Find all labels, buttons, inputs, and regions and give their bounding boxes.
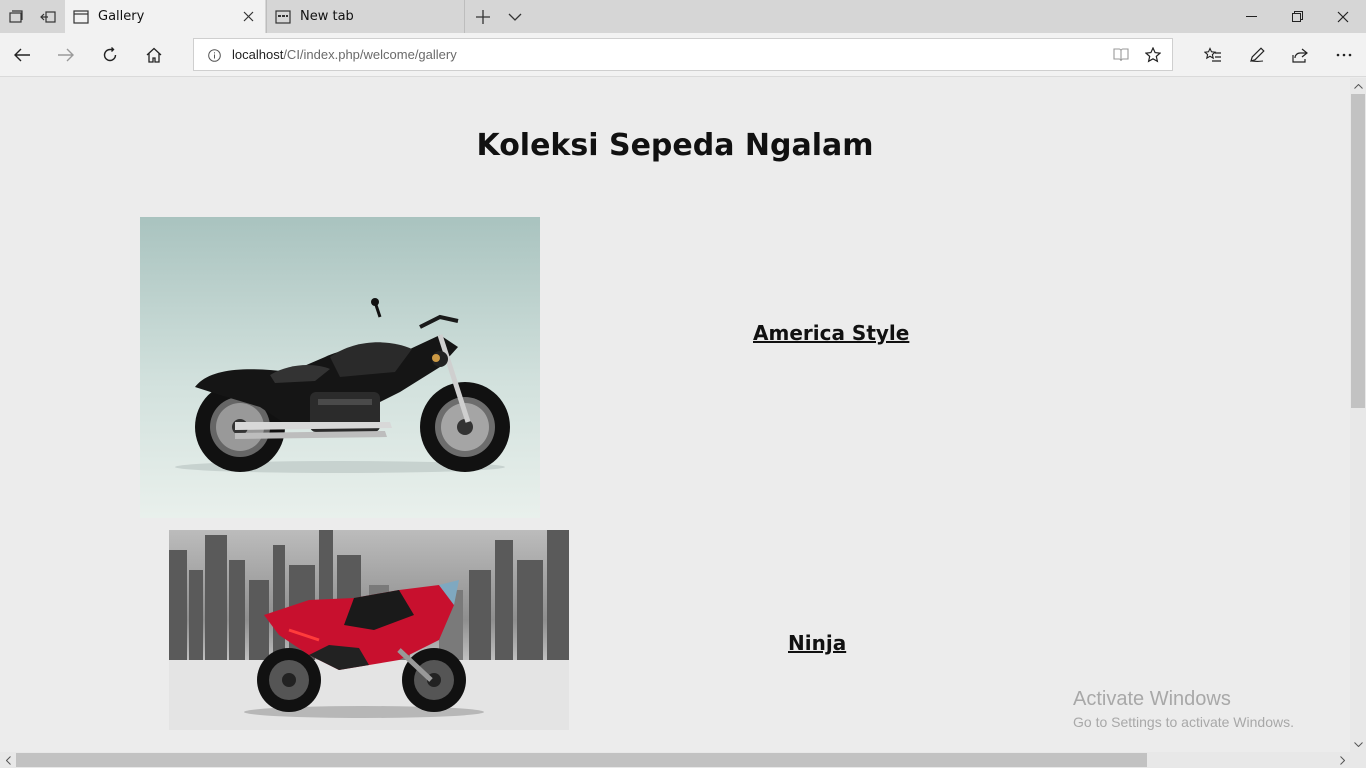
page-icon [73, 9, 89, 25]
vertical-scrollbar[interactable] [1350, 78, 1366, 752]
page-title: Koleksi Sepeda Ngalam [476, 128, 874, 163]
more-options-icon[interactable] [1322, 33, 1366, 77]
horizontal-scroll-thumb[interactable] [16, 753, 1147, 767]
ninja-image[interactable] [169, 530, 569, 730]
scrollbar-corner [1350, 752, 1366, 768]
web-note-pen-icon[interactable] [1235, 33, 1279, 77]
tab-gallery[interactable]: Gallery [65, 0, 265, 33]
tab-preview-chevron-icon[interactable] [499, 0, 531, 33]
america-style-link[interactable]: America Style [753, 321, 909, 345]
america-style-image[interactable] [140, 217, 540, 518]
scroll-down-arrow-icon[interactable] [1350, 736, 1366, 752]
minimize-icon[interactable] [1228, 0, 1274, 33]
url-host: localhost [232, 47, 284, 62]
address-bar[interactable]: localhost/CI/index.php/welcome/gallery [193, 38, 1173, 71]
restore-icon[interactable] [1274, 0, 1320, 33]
set-tabs-aside-icon[interactable] [32, 0, 64, 33]
refresh-icon[interactable] [88, 33, 132, 77]
scroll-up-arrow-icon[interactable] [1350, 78, 1366, 94]
info-icon[interactable] [206, 47, 222, 63]
navigation-bar: localhost/CI/index.php/welcome/gallery [0, 33, 1366, 77]
share-icon[interactable] [1278, 33, 1322, 77]
close-window-icon[interactable] [1320, 0, 1366, 33]
horizontal-scrollbar[interactable] [0, 752, 1350, 768]
forward-arrow-icon[interactable] [44, 33, 88, 77]
favorites-hub-icon[interactable] [1191, 33, 1235, 77]
tab-manager-icon[interactable] [0, 0, 32, 33]
tab-new-tab[interactable]: New tab [266, 0, 465, 33]
tab-title: New tab [300, 9, 354, 24]
new-tab-plus-icon[interactable] [467, 0, 499, 33]
favorite-star-icon[interactable] [1142, 44, 1164, 66]
back-arrow-icon[interactable] [0, 33, 44, 77]
close-tab-icon[interactable] [241, 9, 255, 23]
activate-windows-title: Activate Windows [1073, 688, 1231, 710]
tab-bar: Gallery New tab [0, 0, 1366, 33]
vertical-scroll-thumb[interactable] [1351, 94, 1365, 408]
tab-title: Gallery [98, 9, 145, 24]
reading-view-icon[interactable] [1110, 44, 1132, 66]
ninja-link[interactable]: Ninja [788, 631, 846, 655]
home-icon[interactable] [132, 33, 176, 77]
new-tab-page-icon [275, 9, 291, 25]
page-content: Koleksi Sepeda Ngalam America Style Ninj… [0, 78, 1350, 752]
activate-windows-subtitle: Go to Settings to activate Windows. [1073, 714, 1294, 730]
scroll-left-arrow-icon[interactable] [0, 752, 16, 768]
url-path: /CI/index.php/welcome/gallery [283, 47, 457, 62]
url-text: localhost/CI/index.php/welcome/gallery [232, 47, 457, 62]
scroll-right-arrow-icon[interactable] [1334, 752, 1350, 768]
